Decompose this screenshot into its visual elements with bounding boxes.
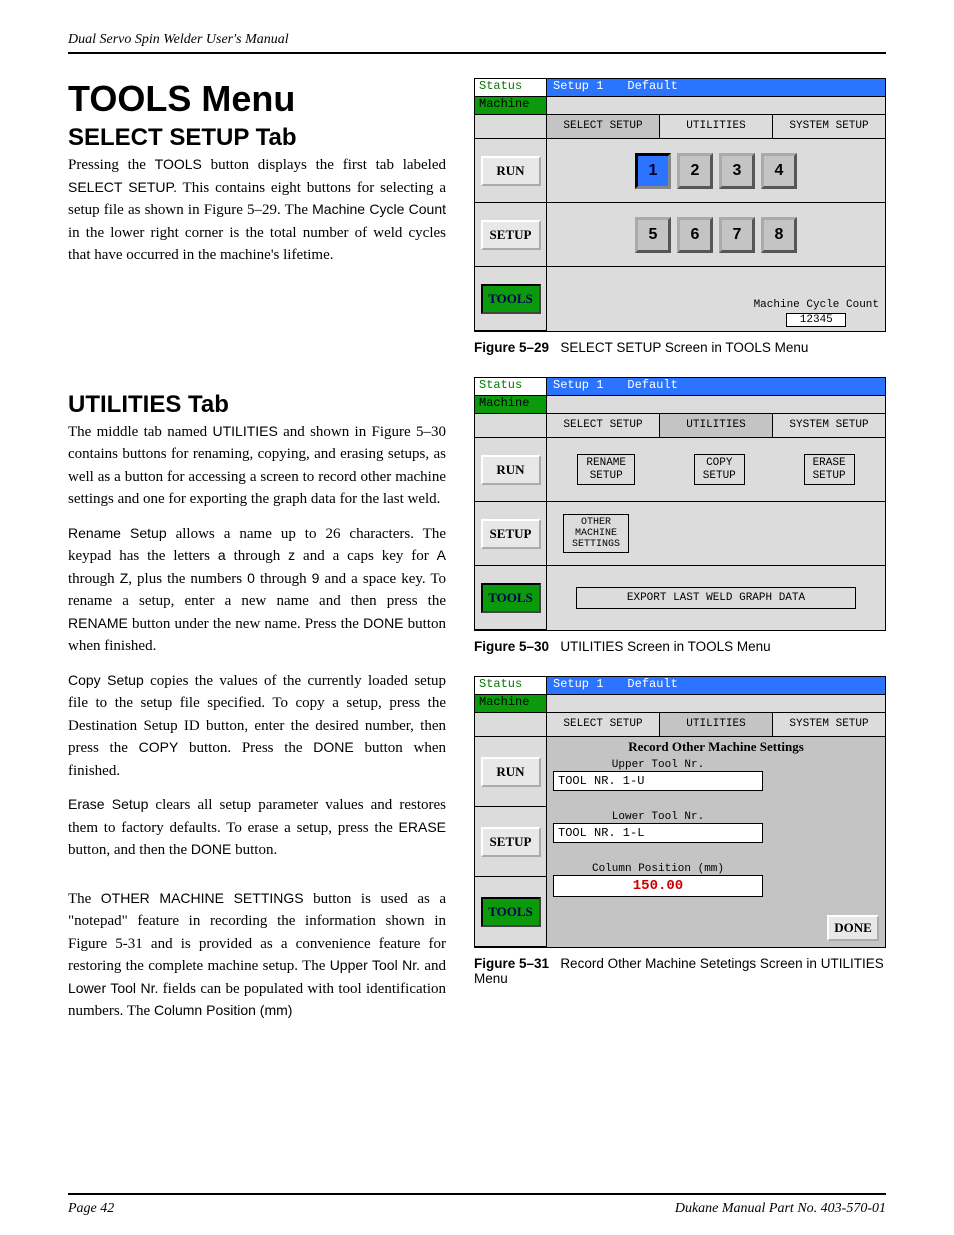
figure-5-30-panel: Status Setup 1 Default Machine SELECT SE… [474,377,886,631]
tools-button[interactable]: TOOLS [481,284,541,314]
setup-button-3[interactable]: SETUP [481,827,541,857]
setup-button-2[interactable]: SETUP [481,519,541,549]
setup-8-button[interactable]: 8 [761,217,797,253]
mcc-value: 12345 [786,313,846,327]
tab-system-setup-3[interactable]: SYSTEM SETUP [773,713,885,736]
other-machine-settings-button[interactable]: OTHER MACHINE SETTINGS [563,514,629,553]
tools-button-2[interactable]: TOOLS [481,583,541,613]
run-button-2[interactable]: RUN [481,455,541,485]
page-header: Dual Servo Spin Welder User's Manual [68,30,886,54]
setup-4-button[interactable]: 4 [761,153,797,189]
para-utilities-intro: The middle tab named UTILITIES and shown… [68,421,446,511]
para-erase-setup: Erase Setup clears all setup parameter v… [68,794,446,862]
rename-setup-button[interactable]: RENAME SETUP [577,454,635,484]
right-column: Status Setup 1 Default Machine SELECT SE… [474,78,886,1035]
lower-tool-field[interactable]: TOOL NR. 1-L [553,823,763,843]
left-column: TOOLS Menu SELECT SETUP Tab Pressing the… [68,78,446,1035]
tab-utilities[interactable]: UTILITIES [660,115,773,138]
para-select-setup: Pressing the TOOLS button displays the f… [68,154,446,267]
status-default: Default [627,79,677,96]
header-title: Dual Servo Spin Welder User's Manual [68,32,289,47]
lower-tool-label: Lower Tool Nr. [553,811,763,823]
page-footer: Page 42 Dukane Manual Part No. 403-570-0… [68,1193,886,1217]
mcc-label: Machine Cycle Count [754,299,879,311]
side-tools: TOOLS [475,267,547,331]
column-position-field[interactable]: 150.00 [553,875,763,897]
setup-1-button[interactable]: 1 [635,153,671,189]
column-position-label: Column Position (mm) [553,863,763,875]
setup-5-button[interactable]: 5 [635,217,671,253]
tab-utilities-2[interactable]: UTILITIES [660,414,773,437]
upper-tool-label: Upper Tool Nr. [553,759,763,771]
tab-select-setup-2[interactable]: SELECT SETUP [547,414,660,437]
h1-tools-menu: TOOLS Menu [68,78,446,120]
setup-button[interactable]: SETUP [481,220,541,250]
tools-button-3[interactable]: TOOLS [481,897,541,927]
h2-select-setup: SELECT SETUP Tab [68,124,446,152]
tab-system-setup[interactable]: SYSTEM SETUP [773,115,885,138]
setup-3-button[interactable]: 3 [719,153,755,189]
status-label: Status [475,79,547,97]
tab-select-setup[interactable]: SELECT SETUP [547,115,660,138]
run-button[interactable]: RUN [481,156,541,186]
export-last-weld-button[interactable]: EXPORT LAST WELD GRAPH DATA [576,587,856,609]
para-rename-setup: Rename Setup allows a name up to 26 char… [68,523,446,658]
footer-page: Page 42 [68,1201,114,1217]
setup-2-button[interactable]: 2 [677,153,713,189]
tab-select-setup-3[interactable]: SELECT SETUP [547,713,660,736]
figure-5-31-panel: Status Setup 1 Default Machine SELECT SE… [474,676,886,948]
footer-partno: Dukane Manual Part No. 403-570-01 [675,1201,886,1217]
run-button-3[interactable]: RUN [481,757,541,787]
roms-title: Record Other Machine Settings [553,739,879,755]
erase-setup-button[interactable]: ERASE SETUP [804,454,855,484]
side-setup: SETUP [475,203,547,267]
machine-label: Machine [475,97,547,115]
figure-5-29-panel: Status Setup 1 Default Machine SELECT SE… [474,78,886,332]
status-bar: Setup 1 Default [547,79,885,97]
status-setup-name: Setup 1 [553,79,603,96]
side-run: RUN [475,139,547,203]
copy-setup-button[interactable]: COPY SETUP [694,454,745,484]
upper-tool-field[interactable]: TOOL NR. 1-U [553,771,763,791]
figure-5-31-caption: Figure 5–31 Record Other Machine Setetin… [474,956,886,986]
figure-5-30-caption: Figure 5–30 UTILITIES Screen in TOOLS Me… [474,639,886,654]
status-label-2: Status [475,378,547,396]
tab-utilities-3[interactable]: UTILITIES [660,713,773,736]
figure-5-29-caption: Figure 5–29 SELECT SETUP Screen in TOOLS… [474,340,886,355]
para-other-machine-settings: The OTHER MACHINE SETTINGS button is use… [68,888,446,1023]
setup-7-button[interactable]: 7 [719,217,755,253]
para-copy-setup: Copy Setup copies the values of the curr… [68,670,446,783]
done-button[interactable]: DONE [827,915,879,941]
tab-system-setup-2[interactable]: SYSTEM SETUP [773,414,885,437]
machine-cycle-count: Machine Cycle Count 12345 [754,299,879,327]
setup-6-button[interactable]: 6 [677,217,713,253]
h2-utilities: UTILITIES Tab [68,391,446,419]
